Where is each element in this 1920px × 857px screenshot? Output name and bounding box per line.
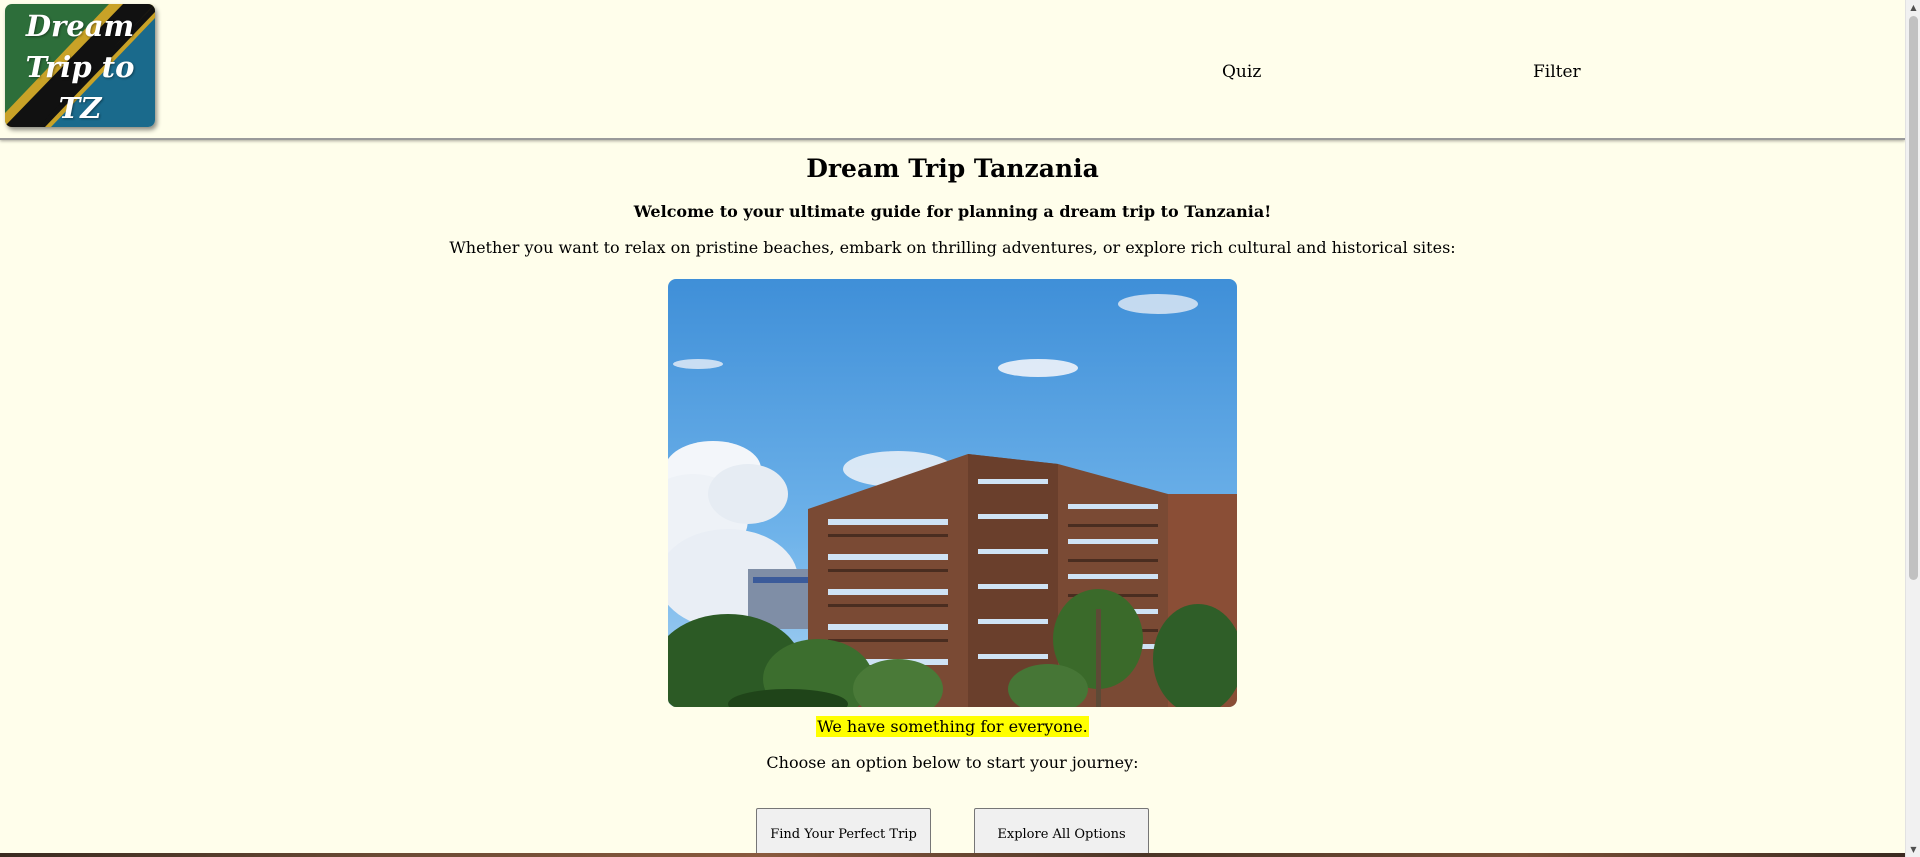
scroll-down-arrow-icon[interactable]: ▼	[1909, 845, 1918, 854]
explore-options-button[interactable]: Explore All Options	[974, 808, 1149, 857]
site-header: Dream Trip to TZ Quiz Filter	[0, 0, 1905, 140]
scrollbar-thumb[interactable]	[1909, 16, 1918, 580]
nav-link-quiz[interactable]: Quiz	[1222, 62, 1261, 82]
highlight-line: We have something for everyone.	[0, 716, 1905, 737]
background-image-edge	[0, 853, 1905, 857]
welcome-text: Welcome to your ultimate guide for plann…	[633, 202, 1272, 221]
hero-image	[668, 279, 1237, 707]
highlight-text: We have something for everyone.	[816, 716, 1089, 737]
page: Dream Trip to TZ Quiz Filter Dream Trip …	[0, 0, 1920, 857]
nav-link-filter[interactable]: Filter	[1533, 62, 1581, 82]
description-text: Whether you want to relax on pristine be…	[449, 238, 1456, 257]
logo[interactable]: Dream Trip to TZ	[5, 4, 155, 127]
vertical-scrollbar[interactable]: ▲ ▼	[1905, 0, 1920, 857]
choose-text: Choose an option below to start your jou…	[766, 753, 1139, 772]
scroll-up-arrow-icon[interactable]: ▲	[1909, 3, 1918, 12]
page-title: Dream Trip Tanzania	[806, 154, 1099, 183]
logo-text: Dream Trip to TZ	[25, 9, 135, 125]
find-trip-button[interactable]: Find Your Perfect Trip	[756, 808, 931, 857]
